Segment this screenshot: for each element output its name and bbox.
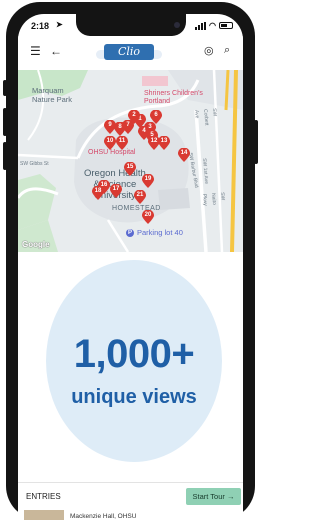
search-icon[interactable]: ⌕	[224, 44, 230, 57]
map-pin-label: 17	[112, 186, 120, 192]
map-pin-19[interactable]: 19	[142, 174, 154, 188]
map-pin-label: 9	[108, 122, 112, 128]
wifi-icon: ◠	[209, 21, 216, 30]
status-icons: ◠	[195, 21, 233, 30]
entry-list-item[interactable]: Mackenzie Hall, OHSU	[18, 510, 243, 520]
map-pin-label: 21	[136, 192, 144, 198]
entries-title: ENTRIES	[26, 492, 61, 501]
power-button	[254, 120, 258, 164]
battery-icon	[219, 22, 233, 29]
entry-thumbnail	[24, 510, 64, 520]
start-tour-button[interactable]: Start Tour →	[186, 488, 241, 505]
map-label-park: Marquam Nature Park	[32, 86, 73, 104]
map-pin-13[interactable]: 13	[158, 136, 170, 150]
entry-title: Mackenzie Hall, OHSU	[70, 513, 137, 520]
map-view[interactable]: Marquam Nature Park Shriners Children's …	[18, 70, 243, 252]
map-pin-label: 20	[144, 212, 152, 218]
start-tour-label: Start Tour	[192, 492, 225, 501]
views-circle: 1,000+ unique views	[46, 260, 222, 462]
map-pin-label: 10	[106, 138, 114, 144]
map-pin-20[interactable]: 20	[142, 210, 154, 224]
camera	[174, 22, 180, 28]
map-label-parking: Parking lot 40	[137, 228, 183, 237]
location-arrow-icon: ➤	[56, 20, 63, 29]
map-pin-label: 11	[118, 138, 126, 144]
volume-up-button	[3, 108, 7, 136]
views-label: unique views	[71, 386, 197, 408]
parking-icon[interactable]: P	[126, 229, 134, 237]
volume-down-button	[3, 142, 7, 170]
audio-icon[interactable]: ◎	[204, 44, 214, 57]
map-label-street-corbett: SW Corbett Ave	[193, 108, 218, 126]
map-pin-10[interactable]: 10	[104, 136, 116, 150]
map-pin-18[interactable]: 18	[92, 186, 104, 200]
map-pin-9[interactable]: 9	[104, 120, 116, 134]
arrow-right-icon: →	[226, 492, 235, 501]
map-label-shriners: Shriners Children's Portland	[144, 90, 203, 105]
map-pin-label: 19	[144, 176, 152, 182]
map-pin-6[interactable]: 6	[150, 110, 162, 124]
map-pin-label: 14	[180, 150, 188, 156]
google-logo: Google	[22, 240, 50, 249]
stats-section: 1,000+ unique views	[18, 252, 243, 482]
map-pin-15[interactable]: 15	[124, 162, 136, 176]
map-pin-label: 2	[132, 112, 136, 118]
map-pin-11[interactable]: 11	[116, 136, 128, 150]
map-pin-label: 15	[126, 164, 134, 170]
app-bar: ☰ ← Clio ◎ ⌕	[18, 36, 243, 70]
map-pin-21[interactable]: 21	[134, 190, 146, 204]
views-count: 1,000+	[73, 332, 195, 376]
logo-text: Clio	[104, 44, 154, 60]
map-pin-17[interactable]: 17	[110, 184, 122, 198]
entries-header: ENTRIES Start Tour →	[18, 482, 243, 510]
map-pin-label: 13	[160, 138, 168, 144]
map-label-street-gibbs: SW Gibbs St	[20, 161, 49, 167]
map-pin-label: 18	[94, 188, 102, 194]
hamburger-menu-icon[interactable]: ☰	[30, 44, 41, 58]
status-time: 2:18	[31, 21, 50, 31]
phone-screen: 2:18 ➤ ◠ ☰ ← Clio ◎ ⌕ Marquam Nature Par…	[18, 14, 243, 520]
notch	[76, 14, 186, 36]
map-pin-14[interactable]: 14	[178, 148, 190, 162]
clio-logo: Clio	[94, 38, 164, 66]
side-button	[3, 80, 7, 96]
signal-icon	[195, 21, 207, 30]
map-label-street-naito: SW Naito Pkwy	[201, 192, 226, 207]
map-pin-label: 6	[154, 112, 158, 118]
back-arrow-icon[interactable]: ←	[50, 44, 62, 58]
